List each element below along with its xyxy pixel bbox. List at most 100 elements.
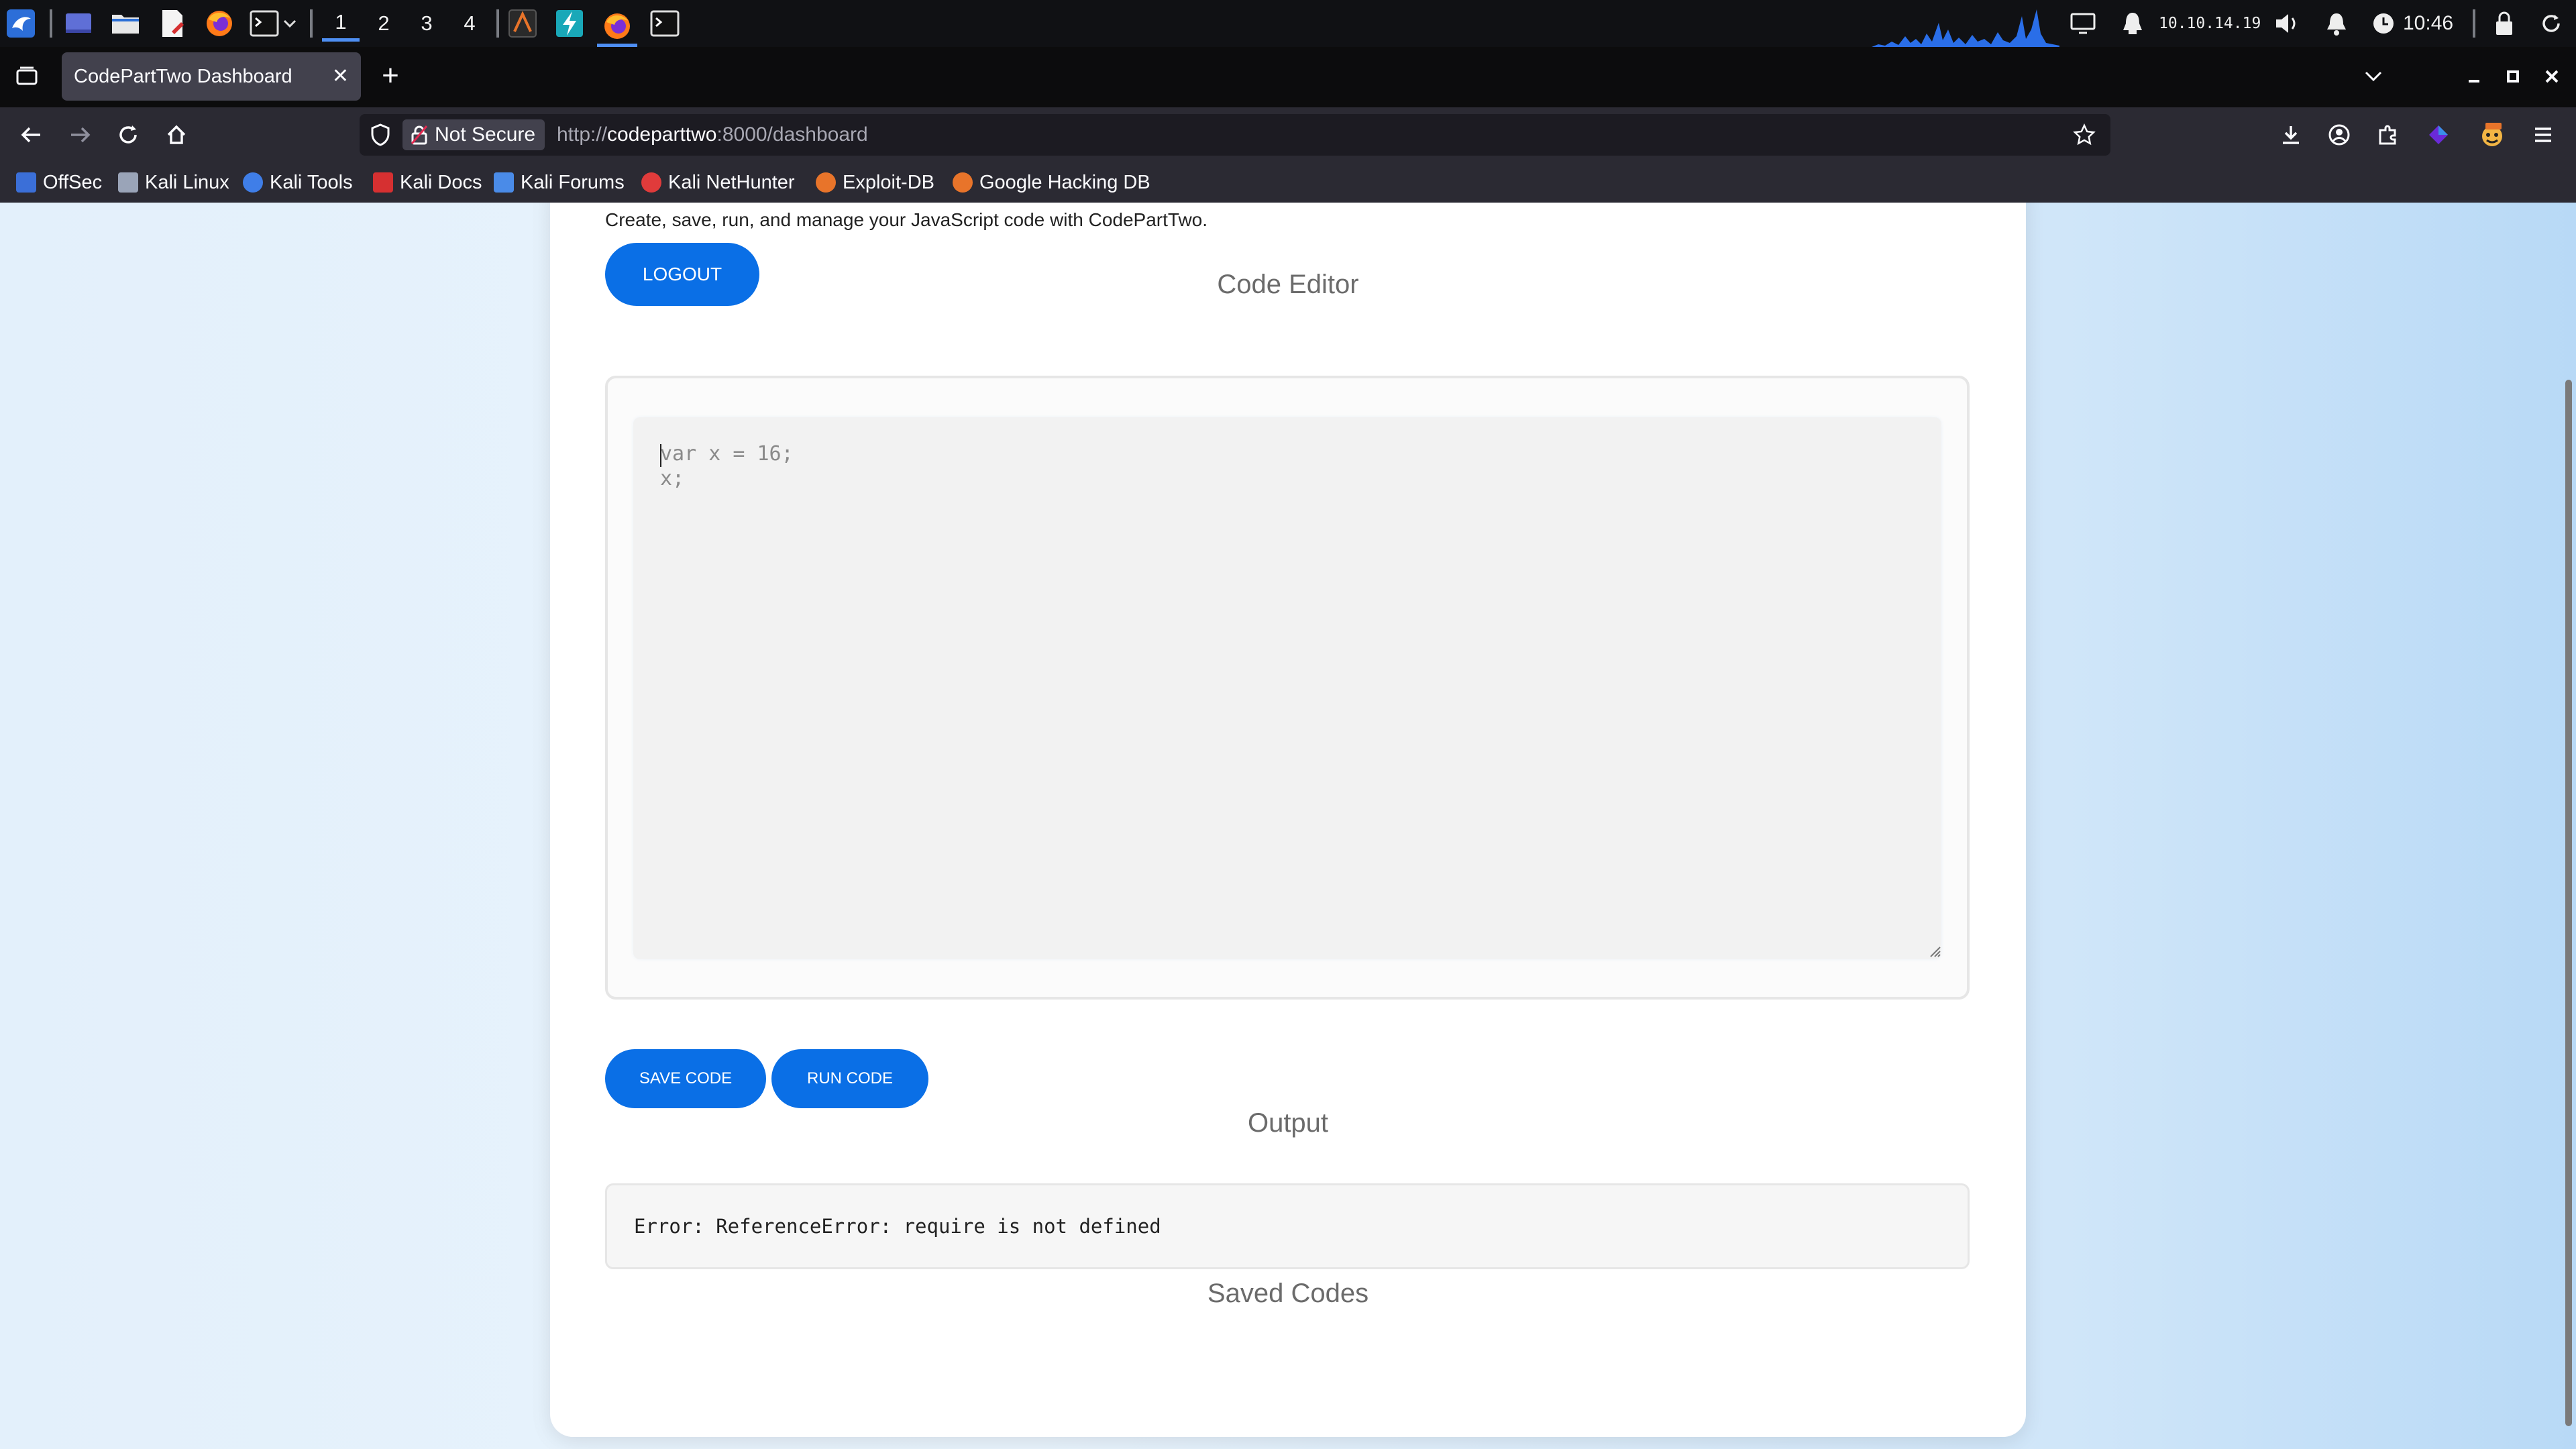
saved-codes-heading: Saved Codes — [1207, 1279, 1369, 1308]
workspace-2[interactable]: 2 — [365, 5, 402, 42]
display-icon[interactable] — [2068, 8, 2098, 39]
page-viewport[interactable]: Create, save, run, and manage your JavaS… — [0, 203, 2576, 1449]
list-all-tabs-icon[interactable] — [2359, 62, 2388, 91]
os-top-panel: 1 2 3 4 10.10.14.19 10:46 — [0, 0, 2576, 47]
bookmark-label: Kali Docs — [400, 171, 482, 193]
bookmark-kali-tools[interactable]: Kali Tools — [243, 162, 353, 203]
workspace-1[interactable]: 1 — [322, 5, 360, 42]
output-box: Error: ReferenceError: require is not de… — [605, 1183, 1970, 1269]
bookmarks-toolbar: OffSec Kali Linux Kali Tools Kali Docs K… — [0, 162, 2576, 203]
new-tab-icon[interactable]: + — [373, 59, 408, 94]
clock-icon — [2368, 8, 2399, 39]
volume-icon[interactable] — [2271, 8, 2302, 39]
not-secure-badge[interactable]: Not Secure — [402, 119, 545, 150]
text-editor-icon[interactable] — [157, 8, 188, 39]
bookmark-offsec[interactable]: OffSec — [16, 162, 102, 203]
network-activity-graph — [1872, 9, 2059, 47]
tab-list-icon[interactable] — [12, 62, 42, 91]
forward-arrow-icon[interactable] — [63, 118, 97, 152]
bookmark-google-hacking-db[interactable]: Google Hacking DB — [953, 162, 1150, 203]
tab-codeparttwo-dashboard[interactable]: CodePartTwo Dashboard ✕ — [62, 52, 361, 101]
tab-title: CodePartTwo Dashboard — [74, 66, 292, 87]
maximize-window-icon[interactable] — [2498, 62, 2528, 91]
kali-forums-icon — [494, 172, 514, 193]
bookmark-label: Kali Linux — [145, 171, 229, 193]
extensions-icon[interactable] — [2371, 118, 2404, 152]
offsec-icon — [16, 172, 36, 193]
bookmark-kali-docs[interactable]: Kali Docs — [373, 162, 482, 203]
code-editor-container: var x = 16; x; — [605, 376, 1970, 1000]
terminal-launcher-icon[interactable] — [244, 8, 284, 39]
browser-tab-bar: CodePartTwo Dashboard ✕ + — [0, 47, 2576, 107]
clock-label[interactable]: 10:46 — [2403, 0, 2453, 47]
notification-bell-icon[interactable] — [2321, 8, 2352, 39]
url-path: :8000/dashboard — [716, 123, 868, 146]
panel-separator — [310, 9, 313, 38]
chevron-down-icon[interactable] — [280, 8, 299, 39]
tab-close-icon[interactable]: ✕ — [332, 52, 349, 101]
code-editor-heading: Code Editor — [1217, 270, 1359, 299]
minimize-window-icon[interactable] — [2459, 62, 2489, 91]
bolt-app-icon[interactable] — [554, 8, 585, 39]
show-desktop-icon[interactable] — [63, 8, 94, 39]
url-bar[interactable]: Not Secure http://codeparttwo:8000/dashb… — [360, 114, 2110, 156]
bookmark-label: Kali NetHunter — [668, 171, 795, 193]
proxy-extension-icon[interactable] — [2422, 118, 2455, 152]
run-code-button[interactable]: RUN CODE — [771, 1049, 928, 1108]
firefox-task-icon[interactable] — [597, 8, 637, 47]
text-caret — [660, 444, 661, 467]
reload-icon[interactable] — [111, 118, 145, 152]
panel-separator — [496, 9, 499, 38]
ghdb-icon — [953, 172, 973, 193]
hamburger-menu-icon[interactable] — [2526, 118, 2560, 152]
url-host: codeparttwo — [607, 123, 717, 146]
bookmark-kali-linux[interactable]: Kali Linux — [118, 162, 229, 203]
code-textarea[interactable]: var x = 16; x; — [633, 417, 1941, 959]
bookmark-label: Kali Tools — [270, 171, 353, 193]
save-code-button[interactable]: SAVE CODE — [605, 1049, 766, 1108]
bookmark-label: Kali Forums — [521, 171, 625, 193]
url-text[interactable]: http://codeparttwo:8000/dashboard — [557, 114, 868, 156]
panel-separator — [50, 9, 52, 38]
output-heading: Output — [1247, 1108, 1329, 1138]
resize-grip-icon[interactable] — [1928, 945, 1941, 958]
kali-dragon-icon — [118, 172, 138, 193]
power-refresh-icon[interactable] — [2536, 8, 2567, 39]
bookmark-exploit-db[interactable]: Exploit-DB — [816, 162, 934, 203]
file-manager-icon[interactable] — [110, 8, 141, 39]
kali-menu-icon[interactable] — [5, 8, 36, 39]
home-icon[interactable] — [160, 118, 193, 152]
bookmark-label: Exploit-DB — [843, 171, 934, 193]
insecure-lock-icon — [411, 125, 428, 145]
nethunter-icon — [641, 172, 661, 193]
ip-address-label: 10.10.14.19 — [2159, 15, 2261, 32]
exploit-db-icon — [816, 172, 836, 193]
workspace-4[interactable]: 4 — [451, 5, 488, 42]
workspace-3[interactable]: 3 — [408, 5, 445, 42]
lock-screen-icon[interactable] — [2489, 8, 2520, 39]
dashboard-card: Create, save, run, and manage your JavaS… — [550, 203, 2026, 1437]
browser-nav-bar: Not Secure http://codeparttwo:8000/dashb… — [0, 107, 2576, 162]
bookmark-kali-nethunter[interactable]: Kali NetHunter — [641, 162, 795, 203]
url-scheme: http:// — [557, 123, 608, 146]
kali-tools-icon — [243, 172, 263, 193]
burp-task-icon[interactable] — [507, 8, 538, 39]
burp-extension-icon[interactable] — [2475, 118, 2509, 152]
kali-docs-icon — [373, 172, 393, 193]
account-icon[interactable] — [2322, 118, 2356, 152]
vpn-icon — [2117, 8, 2148, 39]
close-window-icon[interactable] — [2537, 62, 2567, 91]
firefox-launcher-icon[interactable] — [204, 8, 235, 39]
back-arrow-icon[interactable] — [15, 118, 48, 152]
bookmark-kali-forums[interactable]: Kali Forums — [494, 162, 625, 203]
downloads-icon[interactable] — [2274, 118, 2308, 152]
page-subtitle: Create, save, run, and manage your JavaS… — [605, 209, 1208, 230]
terminal-task-icon[interactable] — [649, 8, 680, 39]
bookmark-star-icon[interactable] — [2068, 118, 2101, 152]
shield-icon[interactable] — [364, 118, 397, 152]
bookmark-label: Google Hacking DB — [979, 171, 1150, 193]
page-scrollbar[interactable] — [2561, 203, 2576, 1449]
bookmark-label: OffSec — [43, 171, 103, 193]
scrollbar-thumb[interactable] — [2565, 380, 2572, 1426]
not-secure-label: Not Secure — [435, 123, 536, 146]
